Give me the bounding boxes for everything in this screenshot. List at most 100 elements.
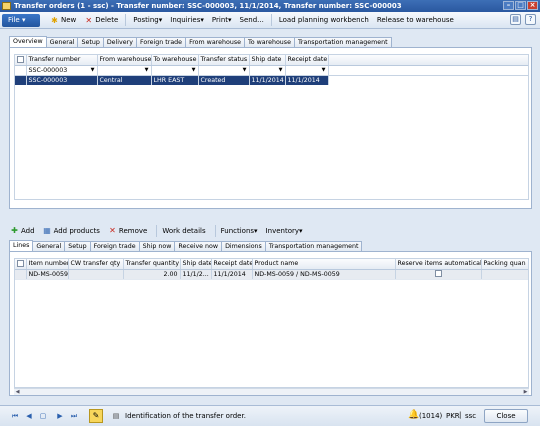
cell-item-number[interactable]: ND-MS-0059	[26, 269, 69, 280]
notification-bell-icon[interactable]: 🔔	[408, 410, 419, 421]
load-planning-workbench-button[interactable]: Load planning workbench	[275, 14, 373, 27]
cell-transfer-number[interactable]: SSC-000003	[26, 75, 98, 85]
new-button[interactable]: ✱ New	[46, 14, 80, 27]
chevron-down-icon: ▾	[200, 16, 204, 24]
filter-from-warehouse[interactable]: ▼	[97, 65, 152, 76]
toolbar-divider	[270, 14, 272, 26]
inquiries-menu[interactable]: Inquiries ▾	[166, 14, 208, 27]
maximize-button[interactable]: □	[515, 1, 526, 10]
print-menu[interactable]: Print ▾	[208, 14, 236, 27]
col-line-receipt-date[interactable]: Receipt date	[211, 259, 253, 270]
tab-ship-now[interactable]: Ship now	[138, 241, 176, 251]
dropdown-arrow-icon[interactable]: ▼	[279, 66, 283, 75]
cell-receipt-date[interactable]: 11/1/2014	[285, 75, 329, 85]
cell-from-warehouse[interactable]: Central	[97, 75, 152, 85]
tab-setup[interactable]: Setup	[77, 37, 104, 47]
first-record-icon[interactable]: ⏮	[10, 412, 20, 421]
tab-line-general[interactable]: General	[32, 241, 66, 251]
cell-product-name[interactable]: ND-MS-0059 / ND-MS-0059	[252, 269, 396, 280]
reserve-items-checkbox[interactable]	[434, 270, 442, 277]
tab-to-warehouse[interactable]: To warehouse	[244, 37, 295, 47]
cell-line-receipt-date[interactable]: 11/1/2014	[211, 269, 253, 280]
tab-lines[interactable]: Lines	[9, 240, 34, 251]
cell-transfer-quantity[interactable]: 2.00	[123, 269, 181, 280]
inventory-menu[interactable]: Inventory ▾	[264, 224, 309, 237]
filter-transfer-status[interactable]: ▼	[198, 65, 250, 76]
cell-to-warehouse[interactable]: LHR EAST	[151, 75, 199, 85]
row-marker[interactable]	[15, 75, 27, 85]
send-button[interactable]: Send...	[236, 14, 268, 27]
cell-transfer-status[interactable]: Created	[198, 75, 250, 85]
col-to-warehouse[interactable]: To warehouse	[151, 55, 199, 66]
tab-line-foreign-trade[interactable]: Foreign trade	[89, 241, 140, 251]
col-packing-quantity[interactable]: Packing quan	[481, 259, 528, 270]
remove-button[interactable]: ✕ Remove	[106, 224, 153, 237]
tab-line-transportation-management[interactable]: Transportation management	[264, 241, 363, 251]
tab-delivery[interactable]: Delivery	[102, 37, 137, 47]
col-reserve-items-automatically[interactable]: Reserve items automatically	[395, 259, 482, 270]
close-window-button[interactable]: ×	[527, 1, 538, 10]
filter-ship-date[interactable]: ▼	[249, 65, 286, 76]
select-all-checkbox[interactable]	[15, 55, 27, 66]
company[interactable]: ssc	[465, 412, 476, 420]
tab-general[interactable]: General	[45, 37, 79, 47]
file-menu-button[interactable]: File ▾	[2, 13, 40, 27]
cell-line-ship-date[interactable]: 11/1/2...	[180, 269, 212, 280]
dropdown-arrow-icon[interactable]: ▼	[322, 66, 326, 75]
filter-receipt-date[interactable]: ▼	[285, 65, 329, 76]
horizontal-scrollbar[interactable]: ◀ ▶	[14, 388, 529, 395]
table-row[interactable]: SSC-000003 Central LHR EAST Created 11/1…	[15, 75, 528, 85]
minimize-button[interactable]: –	[503, 1, 514, 10]
close-button[interactable]: Close	[484, 409, 528, 423]
dropdown-arrow-icon[interactable]: ▼	[243, 66, 247, 75]
col-from-warehouse[interactable]: From warehouse	[97, 55, 152, 66]
functions-menu[interactable]: Functions ▾	[219, 224, 264, 237]
release-to-warehouse-button[interactable]: Release to warehouse	[373, 14, 458, 27]
filter-transfer-number[interactable]: SSC-000003 ▼	[26, 65, 98, 76]
add-products-button[interactable]: ▦ Add products	[41, 224, 106, 237]
posting-menu[interactable]: Posting ▾	[129, 14, 166, 27]
col-transfer-status[interactable]: Transfer status	[198, 55, 250, 66]
col-cw-transfer-qty[interactable]: CW transfer qty	[68, 259, 124, 270]
header-grid-column-row: Transfer number From warehouse To wareho…	[15, 55, 528, 66]
delete-button[interactable]: ✕ Delete	[80, 14, 122, 27]
work-details-button[interactable]: Work details	[160, 224, 211, 237]
col-line-ship-date[interactable]: Ship date	[180, 259, 212, 270]
last-record-icon[interactable]: ⏭	[69, 412, 79, 421]
cell-packing-quantity[interactable]: 0	[481, 269, 528, 280]
tab-receive-now[interactable]: Receive now	[174, 241, 223, 251]
help-icon[interactable]: ?	[525, 14, 536, 25]
col-product-name[interactable]: Product name	[252, 259, 396, 270]
alert-count[interactable]: (1014)	[419, 412, 442, 420]
previous-page-icon[interactable]: ▢	[38, 412, 48, 421]
tab-overview[interactable]: Overview	[9, 36, 47, 47]
col-item-number[interactable]: Item number	[26, 259, 69, 270]
scroll-right-icon[interactable]: ▶	[522, 389, 529, 395]
row-marker[interactable]	[15, 269, 27, 280]
cell-reserve-items-automatically[interactable]	[395, 269, 482, 280]
next-record-icon[interactable]: ▶	[55, 412, 65, 421]
edit-pencil-icon[interactable]: ✎	[89, 409, 103, 423]
cell-ship-date[interactable]: 11/1/2014	[249, 75, 286, 85]
col-transfer-number[interactable]: Transfer number	[26, 55, 98, 66]
dropdown-arrow-icon[interactable]: ▼	[91, 66, 95, 75]
table-row[interactable]: ND-MS-0059 2.00 11/1/2... 11/1/2014 ND-M…	[15, 269, 528, 280]
cell-cw-transfer-qty[interactable]	[68, 269, 124, 280]
tab-transportation-management[interactable]: Transportation management	[293, 37, 392, 47]
add-button[interactable]: ✚ Add	[8, 224, 41, 237]
col-ship-date[interactable]: Ship date	[249, 55, 286, 66]
scroll-left-icon[interactable]: ◀	[14, 389, 21, 395]
tab-from-warehouse[interactable]: From warehouse	[185, 37, 245, 47]
col-receipt-date[interactable]: Receipt date	[285, 55, 329, 66]
view-layout-icon[interactable]: ▤	[510, 14, 521, 25]
col-transfer-quantity[interactable]: Transfer quantity	[123, 259, 181, 270]
filter-to-warehouse[interactable]: ▼	[151, 65, 199, 76]
tab-foreign-trade[interactable]: Foreign trade	[135, 37, 187, 47]
previous-record-icon[interactable]: ◀	[24, 412, 34, 421]
tab-dimensions[interactable]: Dimensions	[221, 241, 266, 251]
document-icon[interactable]: ▤	[111, 412, 121, 421]
dropdown-arrow-icon[interactable]: ▼	[192, 66, 196, 75]
lines-select-all-checkbox[interactable]	[15, 259, 27, 270]
tab-line-setup[interactable]: Setup	[64, 241, 91, 251]
dropdown-arrow-icon[interactable]: ▼	[145, 66, 149, 75]
